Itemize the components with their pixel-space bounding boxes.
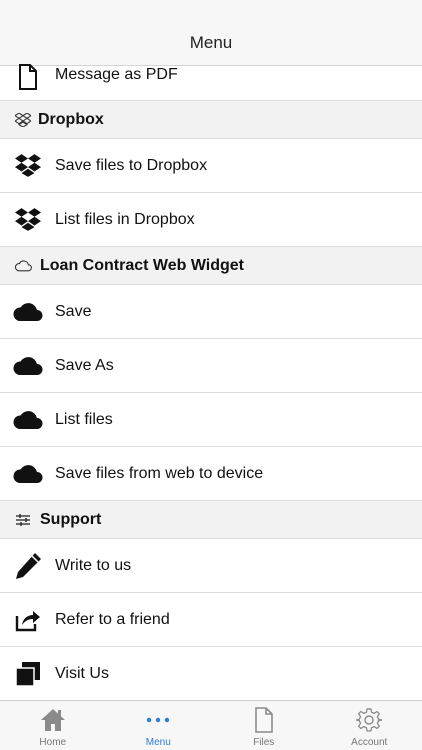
pencil-icon: [13, 551, 43, 581]
share-icon: [13, 605, 43, 635]
section-title: Support: [40, 510, 102, 528]
menu-item-refer-a-friend[interactable]: Refer to a friend: [0, 593, 422, 647]
squares-icon: [13, 659, 43, 689]
menu-item-list-files-in-dropbox[interactable]: List files in Dropbox: [0, 193, 422, 247]
tab-home[interactable]: Home: [0, 701, 106, 750]
tab-label: Files: [253, 737, 275, 748]
menu-item-list-files[interactable]: List files: [0, 393, 422, 447]
menu-item-label: Refer to a friend: [55, 610, 170, 628]
section-header-widget: Loan Contract Web Widget: [0, 247, 422, 285]
section-title: Dropbox: [38, 110, 104, 128]
sliders-icon: [14, 511, 32, 529]
section-header-dropbox: Dropbox: [0, 101, 422, 139]
section-title: Loan Contract Web Widget: [40, 256, 244, 274]
cloud-icon: [13, 297, 43, 327]
menu-item-label: Visit Us: [55, 664, 109, 682]
cloud-icon: [13, 351, 43, 381]
gear-icon: [355, 706, 383, 734]
menu-list: Message as PDF Dropbox Save files to Dro…: [0, 64, 422, 701]
cloud-icon: [14, 257, 32, 275]
cloud-icon: [13, 459, 43, 489]
tab-account[interactable]: Account: [317, 701, 422, 750]
dropbox-icon: [13, 151, 43, 181]
dropbox-icon: [14, 111, 32, 129]
menu-item-label: Save files from web to device: [55, 464, 264, 482]
tab-label: Menu: [145, 737, 171, 748]
menu-item-visit-us[interactable]: Visit Us: [0, 647, 422, 701]
file-icon: [250, 706, 278, 734]
menu-item-message-as-pdf[interactable]: Message as PDF: [0, 64, 422, 101]
menu-item-save[interactable]: Save: [0, 285, 422, 339]
tab-label: Account: [351, 737, 388, 748]
page-title: Menu: [189, 33, 233, 52]
menu-item-label: List files: [55, 410, 113, 428]
menu-item-label: List files in Dropbox: [55, 210, 195, 228]
menu-item-label: Message as PDF: [55, 66, 178, 83]
tab-label: Home: [39, 737, 67, 748]
document-icon: [13, 62, 43, 92]
menu-item-save-as[interactable]: Save As: [0, 339, 422, 393]
menu-item-save-files-from-web[interactable]: Save files from web to device: [0, 447, 422, 501]
tab-bar: Home Menu Files Account: [0, 700, 422, 750]
tab-menu[interactable]: Menu: [106, 701, 212, 750]
tab-files[interactable]: Files: [211, 701, 317, 750]
home-icon: [39, 706, 67, 734]
more-dots-icon: [144, 706, 172, 734]
menu-item-label: Save As: [55, 356, 114, 374]
menu-item-label: Write to us: [55, 556, 132, 574]
navigation-header: Menu: [0, 0, 422, 66]
menu-item-label: Save: [55, 302, 92, 320]
section-header-support: Support: [0, 501, 422, 539]
menu-item-label: Save files to Dropbox: [55, 156, 208, 174]
menu-item-save-files-to-dropbox[interactable]: Save files to Dropbox: [0, 139, 422, 193]
cloud-icon: [13, 405, 43, 435]
dropbox-icon: [13, 205, 43, 235]
menu-item-write-to-us[interactable]: Write to us: [0, 539, 422, 593]
